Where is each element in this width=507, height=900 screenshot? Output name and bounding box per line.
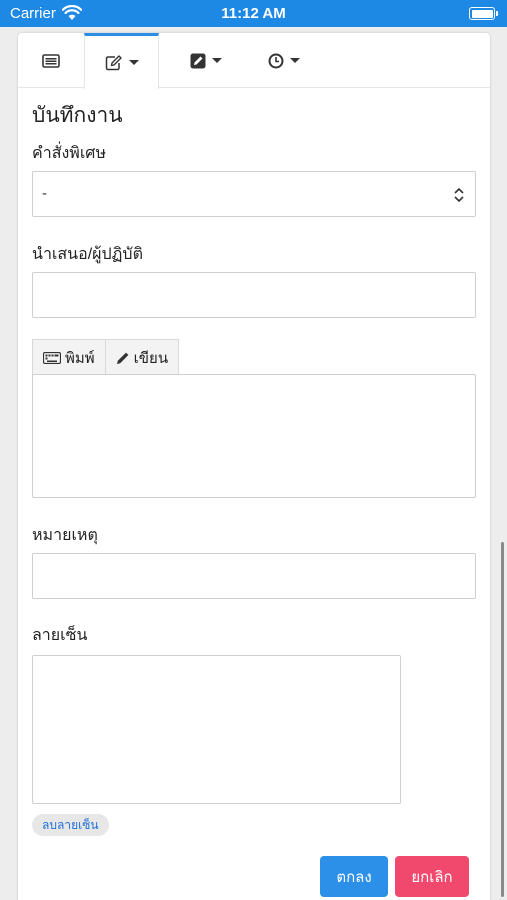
edit-icon [105,54,122,70]
scrollbar[interactable] [501,542,504,897]
clock-icon [268,53,283,68]
battery-icon [469,7,498,20]
special-order-select[interactable]: - [32,171,476,217]
list-icon [42,53,60,68]
clear-signature-button[interactable]: ลบลายเซ็น [32,814,109,836]
special-order-value: - [42,185,47,202]
cancel-button[interactable]: ยกเลิก [395,856,469,897]
special-order-label: คำสั่งพิเศษ [32,145,106,162]
presenter-label: นำเสนอ/ผู้ปฏิบัติ [32,246,143,263]
chevron-down-icon [211,58,222,63]
signature-pad[interactable] [32,655,401,804]
write-mode-label: เขียน [133,349,169,367]
note-input[interactable] [32,553,476,599]
pencil-icon [116,352,129,364]
chevron-down-icon [128,60,139,65]
keyboard-icon [43,351,61,364]
tab-bar [18,33,490,89]
input-mode-tabs: พิมพ์ เขียน [32,339,180,375]
ok-button[interactable]: ตกลง [320,856,388,897]
tab-write[interactable]: เขียน [105,339,180,375]
tab-edit[interactable] [84,33,159,89]
select-arrows-icon [454,187,464,203]
presenter-input[interactable] [32,272,476,318]
note-label: หมายเหตุ [32,527,98,544]
status-bar: Carrier 11:12 AM [0,0,507,27]
tab-note[interactable] [168,33,243,88]
detail-textarea[interactable] [32,374,476,498]
page-title: บันทึกงาน [32,104,123,127]
form-card: บันทึกงาน คำสั่งพิเศษ - นำเสนอ/ผู้ปฏิบัต… [18,33,490,900]
pencil-square-icon [190,53,205,68]
tab-list[interactable] [18,33,84,88]
tab-history[interactable] [246,33,321,88]
clock-time: 11:12 AM [221,5,286,22]
type-mode-label: พิมพ์ [65,349,95,367]
chevron-down-icon [289,58,300,63]
tab-type[interactable]: พิมพ์ [32,339,106,375]
signature-label: ลายเซ็น [32,627,88,644]
